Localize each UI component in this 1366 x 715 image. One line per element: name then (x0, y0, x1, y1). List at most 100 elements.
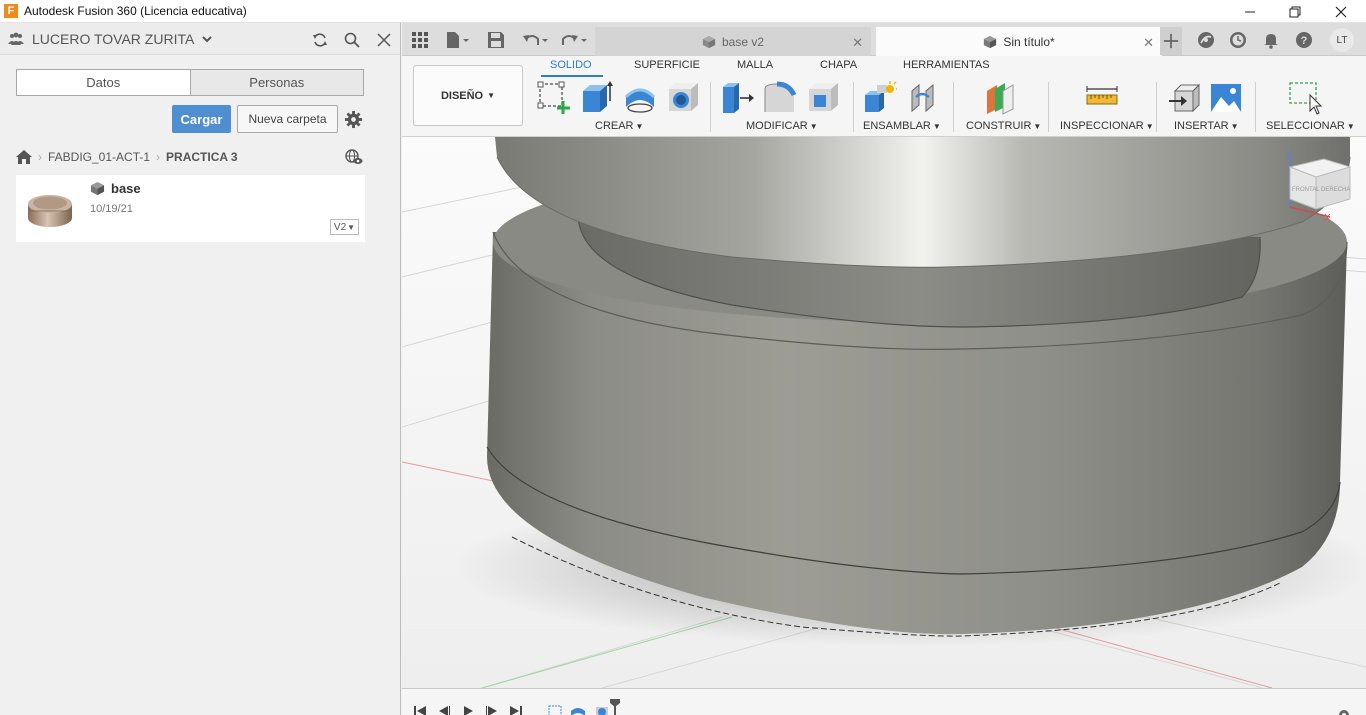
group-separator (853, 82, 854, 132)
undo-button[interactable] (520, 29, 550, 51)
app-grid-button[interactable] (410, 29, 430, 51)
revolve-icon[interactable] (623, 81, 657, 115)
plus-icon (1163, 33, 1179, 49)
caret-down-icon: ▼ (1346, 122, 1355, 131)
file-version-dropdown[interactable]: V2 ▼ (330, 219, 359, 235)
caret-down-icon: ▼ (932, 122, 941, 131)
shell-icon[interactable] (806, 81, 840, 115)
insert-image-icon[interactable] (1209, 81, 1243, 115)
minimize-button[interactable] (1227, 0, 1273, 23)
file-item[interactable]: base 10/19/21 V2 ▼ (16, 175, 365, 242)
caret-down-icon: ▼ (1230, 122, 1239, 131)
extensions-button[interactable] (1196, 29, 1216, 51)
timeline-bar (402, 688, 1366, 715)
undo-icon (523, 35, 548, 45)
tab-base-v2[interactable]: base v2 ✕ (595, 27, 871, 56)
group-separator (1156, 82, 1157, 132)
restore-button[interactable] (1272, 0, 1318, 23)
job-status-button[interactable] (1228, 29, 1248, 51)
refresh-icon (313, 33, 327, 47)
caret-down-icon: ▼ (1033, 122, 1042, 131)
joint-icon[interactable] (906, 81, 940, 115)
svg-text:?: ? (1301, 35, 1308, 47)
redo-button[interactable] (559, 29, 589, 51)
design-cube-icon (90, 181, 105, 196)
press-pull-icon[interactable] (720, 81, 754, 115)
model-canvas[interactable]: Z FRONTAL DERECHA X (402, 137, 1366, 688)
close-icon (377, 33, 391, 47)
help-button[interactable]: ? (1294, 29, 1314, 51)
new-component-icon[interactable] (863, 81, 897, 115)
group-inspeccionar[interactable]: INSPECCIONAR ▼ (1060, 120, 1154, 132)
fillet-icon[interactable] (763, 81, 797, 115)
group-modificar[interactable]: MODIFICAR ▼ (746, 120, 818, 132)
timeline-marker-icon[interactable] (609, 699, 621, 715)
tab-malla[interactable]: MALLA (737, 59, 773, 71)
upload-button[interactable]: Cargar (172, 105, 231, 133)
home-icon[interactable] (16, 150, 32, 164)
offset-plane-icon[interactable] (984, 81, 1018, 115)
tab-herramientas[interactable]: HERRAMIENTAS (903, 59, 990, 71)
tab-label: base v2 (721, 34, 765, 49)
search-button[interactable] (343, 31, 361, 49)
chevron-down-icon[interactable] (202, 35, 213, 43)
new-folder-button[interactable]: Nueva carpeta (237, 105, 338, 133)
save-icon (488, 32, 504, 48)
tab-solido[interactable]: SOLIDO (550, 59, 592, 71)
tab-datos[interactable]: Datos (17, 70, 190, 95)
gear-icon[interactable] (344, 110, 363, 129)
go-to-start-icon[interactable] (412, 703, 428, 715)
insert-derive-icon[interactable] (1167, 81, 1201, 115)
save-button[interactable] (486, 29, 506, 51)
notifications-button[interactable] (1261, 29, 1281, 51)
tab-chapa[interactable]: CHAPA (820, 59, 857, 71)
measure-icon[interactable] (1085, 81, 1119, 115)
group-insertar[interactable]: INSERTAR ▼ (1174, 120, 1239, 132)
caret-down-icon: ▼ (347, 222, 356, 232)
file-name[interactable]: base (90, 181, 141, 196)
tab-personas[interactable]: Personas (189, 70, 363, 95)
timeline-settings-icon[interactable] (1336, 707, 1352, 715)
play-icon[interactable] (460, 703, 476, 715)
group-ensamblar[interactable]: ENSAMBLAR ▼ (863, 120, 941, 132)
go-to-end-icon[interactable] (508, 703, 524, 715)
select-icon[interactable] (1288, 81, 1322, 115)
close-tab-icon[interactable]: ✕ (1143, 35, 1154, 51)
breadcrumb-project[interactable]: FABDIG_01-ACT-1 (48, 150, 150, 164)
grid-icon (412, 32, 428, 48)
group-seleccionar[interactable]: SELECCIONAR ▼ (1266, 120, 1355, 132)
breadcrumb-separator-icon: › (38, 150, 42, 164)
3d-viewport[interactable]: Z FRONTAL DERECHA X (402, 137, 1366, 688)
globe-view-icon[interactable] (345, 149, 363, 165)
user-avatar[interactable]: LT (1330, 28, 1354, 52)
caret-down-icon: ▼ (635, 122, 644, 131)
refresh-button[interactable] (311, 31, 329, 49)
file-menu-button[interactable] (442, 29, 472, 51)
data-panel-header: LUCERO TOVAR ZURITA (0, 23, 400, 55)
close-window-button[interactable] (1318, 0, 1364, 23)
close-panel-button[interactable] (375, 31, 393, 49)
close-tab-icon[interactable]: ✕ (852, 35, 863, 51)
hub-user-name[interactable]: LUCERO TOVAR ZURITA (32, 31, 194, 47)
minimize-icon (1245, 11, 1255, 12)
group-crear[interactable]: CREAR ▼ (595, 120, 643, 132)
timeline-revolve-icon[interactable] (570, 703, 586, 715)
create-sketch-icon[interactable] (537, 81, 571, 115)
data-panel-tabs: Datos Personas (16, 69, 364, 96)
tab-superficie[interactable]: SUPERFICIE (634, 59, 700, 71)
new-tab-button[interactable] (1160, 27, 1182, 55)
timeline-sketch-icon[interactable] (547, 703, 563, 715)
extrude-icon[interactable] (580, 81, 614, 115)
redo-icon (562, 35, 587, 45)
step-forward-icon[interactable] (484, 703, 500, 715)
file-date: 10/19/21 (90, 203, 133, 215)
hole-icon[interactable] (666, 81, 700, 115)
step-back-icon[interactable] (436, 703, 452, 715)
group-separator (1255, 82, 1256, 132)
workspace-switcher[interactable]: DISEÑO ▼ (413, 65, 523, 126)
group-construir[interactable]: CONSTRUIR ▼ (966, 120, 1041, 132)
tab-label: Sin título* (1003, 34, 1055, 49)
group-separator (710, 82, 711, 132)
window-title: Autodesk Fusion 360 (Licencia educativa) (24, 4, 247, 18)
tab-sin-titulo[interactable]: Sin título* ✕ (876, 27, 1162, 56)
